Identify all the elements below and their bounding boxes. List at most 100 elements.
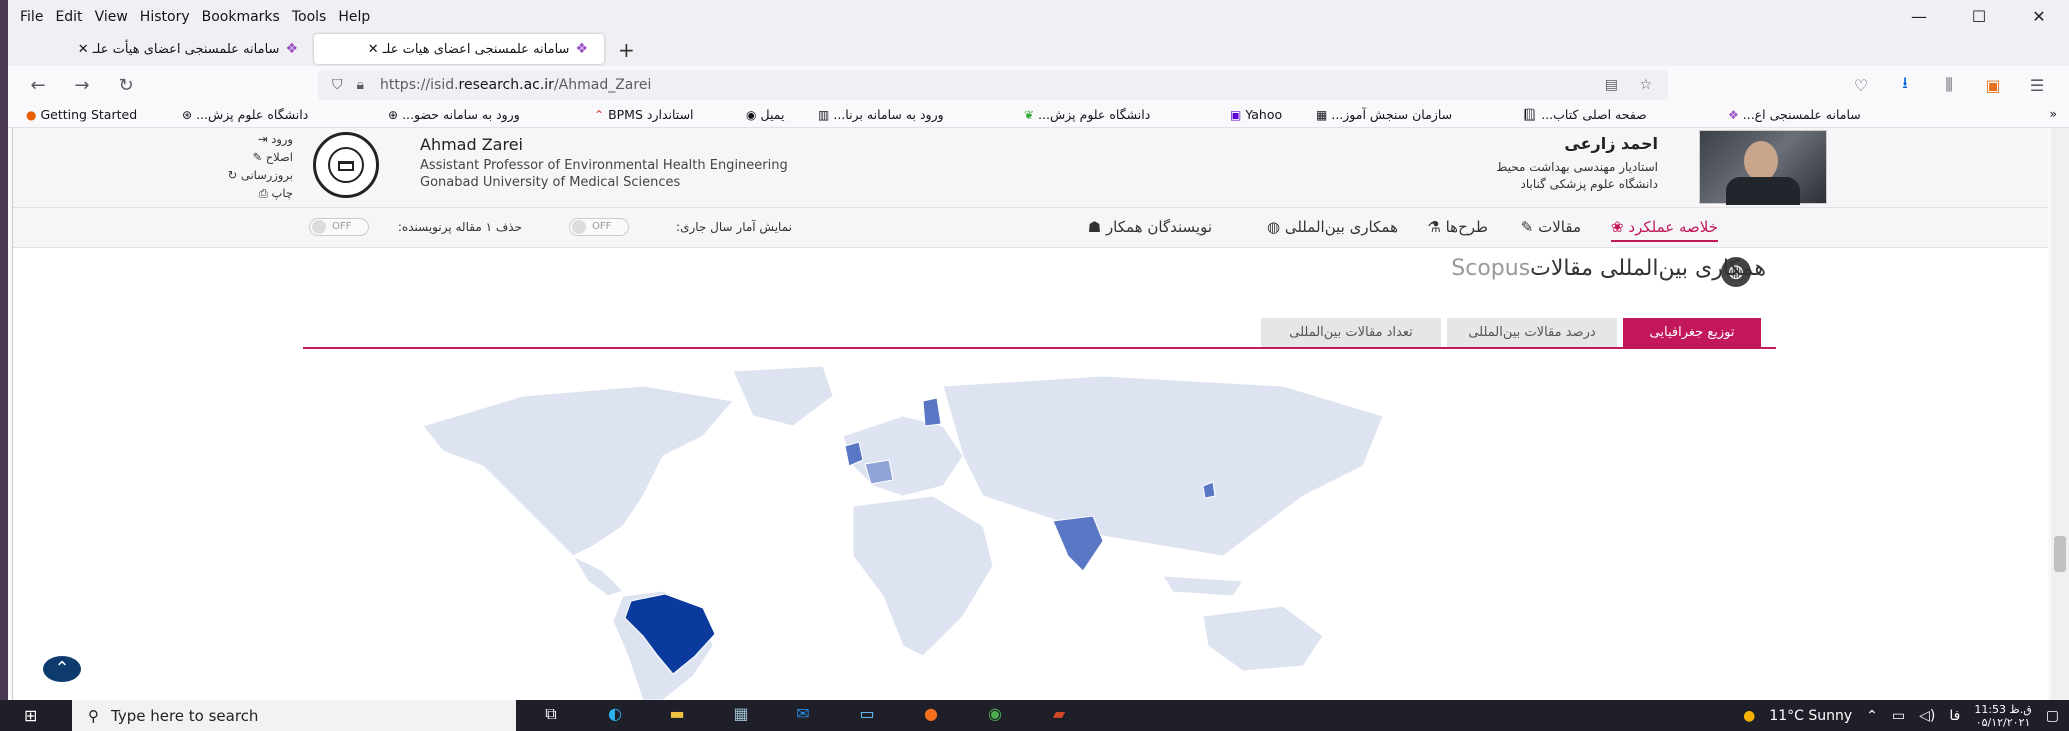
profile-nav: خلاصه عملکرد ❀ مقالات ✎ طرح‌ها ⚗ همکاری … [13,208,2048,248]
store-icon[interactable]: ▦ [726,704,756,726]
map-north-america [422,385,734,557]
bookmark-label: سازمان سنجش آموز... [1331,107,1453,122]
new-tab-icon[interactable]: + [618,38,635,62]
tab-first[interactable]: ❖ سامانه علمسنجی اعضای هیأت علـ ✕ [24,34,314,64]
back-icon[interactable]: ← [16,75,60,96]
toggle-label-current-year: نمایش آمار سال جاری: [676,220,792,234]
tab-coauthors[interactable]: نویسندگان همکار ☗ [1088,218,1212,236]
tray-chevron-icon[interactable]: ⌃ [1866,708,1878,724]
chrome-icon[interactable]: ◉ [980,704,1010,726]
language-indicator[interactable]: فا [1949,708,1960,724]
profile-title-en: Assistant Professor of Environmental Hea… [420,158,788,173]
close-tab-icon[interactable]: ✕ [78,42,89,57]
university-seal-icon [313,132,379,198]
bookmark-item[interactable]: دانشگاه علوم پزش... ❦ [1020,107,1150,122]
bookmark-item[interactable]: استاندارد BPMS ⌃ [590,107,694,122]
bookmark-label: استاندارد BPMS [608,107,694,122]
network-icon[interactable]: ▭ [1892,708,1905,724]
menu-edit[interactable]: Edit [55,9,82,25]
tab-label: سامانه علمسنجی اعضای هیات علـ [382,41,570,57]
site-favicon-icon: ❖ [285,41,298,57]
tab-intl-count[interactable]: تعداد مقالات بین‌المللی [1261,318,1441,348]
bookmark-label: سامانه علمسنجی اع... [1742,107,1861,122]
globe-favicon-icon: ⊕ [388,107,399,122]
url-prefix: https://isid. [379,77,459,93]
notifications-icon[interactable]: ▢ [2046,708,2059,724]
edge-icon[interactable]: ◐ [600,704,630,726]
bookmark-item[interactable]: Yahoo ▣ [1226,107,1282,122]
bookmark-item[interactable]: سامانه علمسنجی اع... ❖ [1724,107,1861,122]
firefox-taskbar-icon[interactable]: ● [916,704,946,726]
menu-view[interactable]: View [95,9,128,25]
reload-icon[interactable]: ↻ [104,75,148,96]
shield-icon[interactable]: ⛉ [332,77,343,93]
scrollbar-thumb[interactable] [2054,536,2066,572]
mail-icon[interactable]: ✉ [788,704,818,726]
profile-name-en: Ahmad Zarei [420,135,523,154]
current-year-toggle[interactable]: OFF [569,218,629,236]
bookmark-label: دانشگاه علوم پزش... [1038,107,1151,122]
bookmarks-bar: Getting Started ● دانشگاه علوم پزش... ⊛ ور… [8,104,2069,128]
tab-geo-distribution[interactable]: توزیع جغرافیایی [1623,318,1761,348]
maximize-icon[interactable]: ☐ [1949,0,2009,34]
bookmark-item[interactable]: ورود به سامانه برنا... ▥ [814,107,944,122]
menu-help[interactable]: Help [338,9,370,25]
firefox-icon: ● [26,107,37,122]
bookmark-label: ورود به سامانه حضو... [402,107,520,122]
bookmark-item[interactable]: دانشگاه علوم پزش... ⊛ [178,107,308,122]
taskbar-search-input[interactable]: ⚲ Type here to search [72,700,516,731]
page-scrollbar[interactable] [2051,128,2069,700]
downloads-icon[interactable]: ⭳ [1883,72,1927,99]
windows-taskbar: ⊞ ⚲ Type here to search ⧉ ◐ ▬ ▦ ✉ ▭ ● ◉ ▰… [0,700,2069,731]
library-icon[interactable]: ⫼ [1927,75,1971,95]
menu-file[interactable]: File [20,9,43,25]
pocket-icon[interactable]: ♡ [1839,76,1883,95]
scroll-to-top-button[interactable]: ⌃ [43,656,81,682]
tab-articles[interactable]: مقالات ✎ [1521,218,1581,236]
tab-projects[interactable]: طرح‌ها ⚗ [1427,218,1488,236]
bookmark-item[interactable]: صفحه اصلی کتاب... 📕︎ [1518,107,1647,122]
extension-icon[interactable]: ▣ [1971,76,2015,95]
windows-start-icon[interactable]: ⊞ [24,706,37,725]
bookmark-star-icon[interactable]: ☆ [1639,77,1652,93]
clock[interactable]: 11:53 ق.ظ ۰۵/۱۲/۲۰۲۱ [1974,703,2031,729]
chevron-more-icon[interactable]: » [2049,106,2057,121]
powerpoint-icon[interactable]: ▰ [1044,704,1074,726]
bookmark-item[interactable]: سازمان سنجش آموز... ▦ [1312,107,1452,122]
tab-intl-collab[interactable]: همکاری بین‌المللی ◍ [1267,218,1398,236]
bookmark-item[interactable]: ورود به سامانه حضو... ⊕ [384,107,520,122]
refresh-link[interactable]: بروزرسانی ↻ [203,168,293,186]
bookmark-label: یمیل [760,107,785,122]
lock-icon[interactable]: 🔒︎ [357,77,364,93]
bookmark-item[interactable]: Getting Started ● [22,107,137,122]
close-tab-icon[interactable]: ✕ [368,42,379,57]
forward-icon[interactable]: → [60,75,104,96]
clock-date: ۰۵/۱۲/۲۰۲۱ [1975,715,2031,729]
volume-icon[interactable]: ◁) [1919,708,1935,724]
remove-article-toggle[interactable]: OFF [309,218,369,236]
app-icon[interactable]: ▭ [852,704,882,726]
map-greenland [732,365,834,427]
tab-intl-percent[interactable]: درصد مقالات بین‌المللی [1447,318,1617,348]
weather-text[interactable]: 11°C Sunny [1769,708,1852,724]
url-path: /Ahmad_Zarei [553,77,652,93]
edit-link[interactable]: اصلاح ✎ [203,150,293,168]
task-view-icon[interactable]: ⧉ [536,704,566,726]
hamburger-menu-icon[interactable]: ☰ [2015,76,2059,95]
browser-window: File Edit View History Bookmarks Tools H… [8,0,2069,731]
close-window-icon[interactable]: ✕ [2009,0,2069,34]
print-link[interactable]: چاپ ⎙ [203,186,293,204]
tab-summary[interactable]: خلاصه عملکرد ❀ [1611,218,1718,242]
bookmark-item[interactable]: یمیل ◉ [742,107,784,122]
profile-univ-en: Gonabad University of Medical Sciences [420,175,681,190]
profile-photo [1699,130,1827,205]
minimize-icon[interactable]: — [1889,0,1949,34]
menu-history[interactable]: History [140,9,190,25]
menu-bookmarks[interactable]: Bookmarks [202,9,280,25]
login-link[interactable]: ورود ⇥ [203,132,293,150]
reader-view-icon[interactable]: ▤ [1605,77,1618,93]
file-explorer-icon[interactable]: ▬ [662,704,692,726]
tab-active[interactable]: ❖ سامانه علمسنجی اعضای هیات علـ ✕ [314,34,604,64]
menu-tools[interactable]: Tools [292,9,327,25]
url-bar[interactable]: ⛉ 🔒︎ https://isid. research.ac.ir/Ahmad_Z… [318,70,1668,100]
